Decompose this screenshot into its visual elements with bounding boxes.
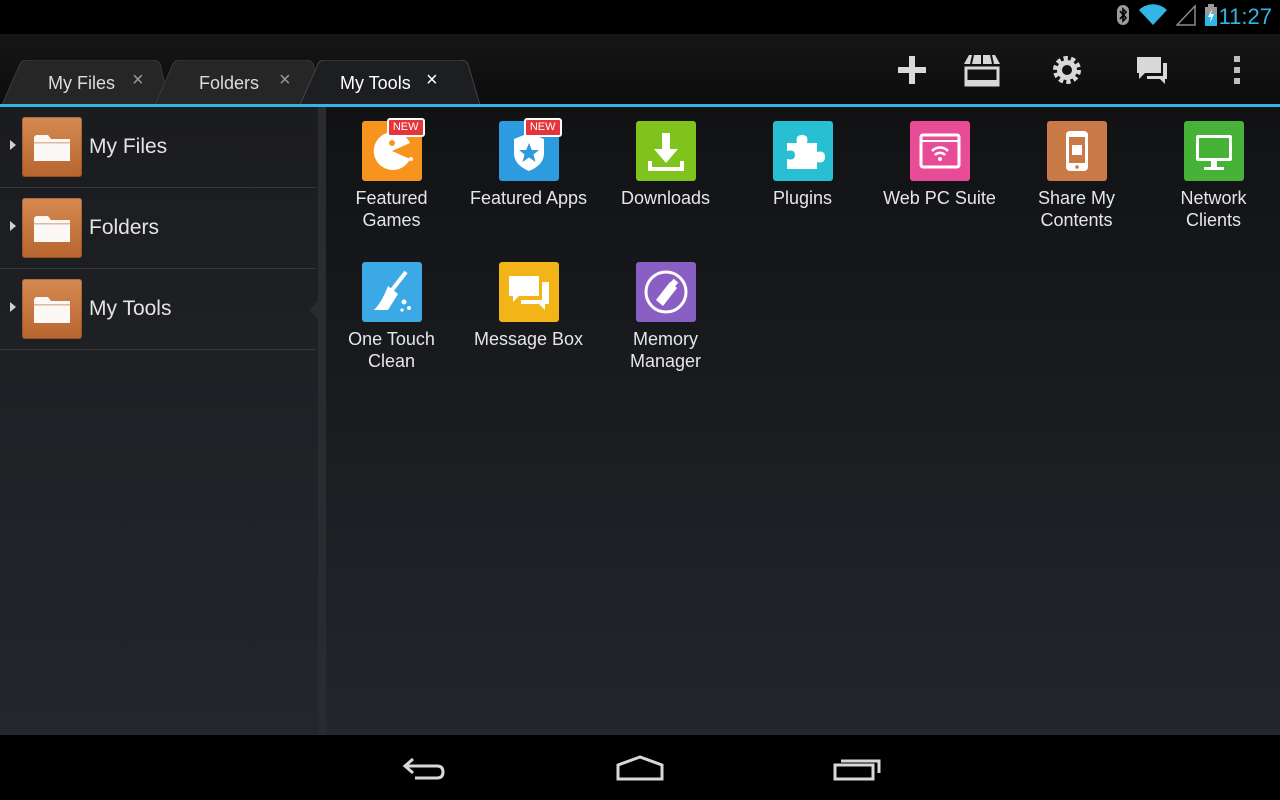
tab-my-files[interactable]: My Files × [2, 60, 170, 105]
download-icon [635, 121, 696, 181]
tool-label: Network Clients [1180, 188, 1247, 230]
wifi-icon [1138, 3, 1168, 31]
tool-network-clients[interactable]: Network Clients [1145, 121, 1280, 231]
shield-star-icon: NEW [498, 118, 562, 181]
sidebar: My Files Folders My Tools [0, 107, 318, 735]
tab-label: Folders [199, 73, 260, 93]
tool-label: Memory Manager [629, 329, 702, 371]
tab-close-icon[interactable]: × [132, 70, 144, 90]
tool-featured-apps[interactable]: NEW Featured Apps [460, 118, 597, 209]
monitor-icon [1183, 121, 1244, 181]
tool-downloads[interactable]: Downloads [597, 121, 734, 209]
tool-label: Web PC Suite [883, 188, 996, 208]
tab-close-icon[interactable]: × [426, 70, 438, 90]
sidebar-item-my-files[interactable]: My Files [0, 107, 316, 188]
overflow-menu-icon[interactable] [1217, 50, 1257, 90]
tool-label: Share My Contents [1037, 188, 1116, 230]
tool-label: Downloads [620, 188, 711, 208]
chat-icon[interactable] [1132, 50, 1172, 90]
tool-message-box[interactable]: Message Box [460, 262, 597, 350]
folder-icon [22, 117, 82, 177]
tool-label: Featured Apps [469, 188, 588, 208]
tools-grid: NEW Featured Games NEW Featured Apps Dow… [326, 107, 1280, 735]
tool-label: Featured Games [355, 188, 428, 230]
tool-share-my-contents[interactable]: Share My Contents [1008, 121, 1145, 231]
tool-label: One Touch Clean [348, 329, 435, 371]
cell-signal-icon [1175, 3, 1196, 31]
sidebar-item-label: Folders [89, 216, 160, 239]
tab-folders[interactable]: Folders × [155, 60, 323, 105]
back-icon[interactable] [394, 753, 454, 783]
tool-plugins[interactable]: Plugins [734, 121, 871, 209]
broom-icon [361, 262, 422, 322]
tab-label: My Files [48, 73, 115, 93]
phone-share-icon [1046, 121, 1107, 181]
new-badge: NEW [386, 118, 425, 137]
settings-icon[interactable] [1047, 50, 1087, 90]
tab-close-icon[interactable]: × [279, 70, 291, 90]
tool-featured-games[interactable]: NEW Featured Games [323, 118, 460, 231]
folder-icon [22, 279, 82, 339]
navigation-bar [0, 735, 1280, 800]
sidebar-item-label: My Tools [89, 297, 172, 320]
status-bar: 11:27 [0, 0, 1280, 34]
tool-memory-manager[interactable]: Memory Manager [597, 262, 734, 372]
bluetooth-icon [1116, 4, 1130, 31]
store-icon[interactable] [962, 50, 1002, 90]
selection-pointer [309, 301, 318, 319]
memory-icon [635, 262, 696, 322]
tool-label: Plugins [772, 188, 833, 208]
expand-caret-icon[interactable] [10, 221, 16, 231]
tool-web-pc-suite[interactable]: Web PC Suite [871, 121, 1008, 209]
battery-charging-icon [1204, 3, 1218, 31]
expand-caret-icon[interactable] [10, 302, 16, 312]
recent-apps-icon[interactable] [827, 753, 887, 783]
message-icon [498, 262, 559, 322]
sidebar-item-label: My Files [89, 135, 168, 158]
new-badge: NEW [523, 118, 562, 137]
tab-my-tools[interactable]: My Tools × [300, 60, 480, 105]
clock: 11:27 [1218, 4, 1272, 29]
wifi-browser-icon [909, 121, 970, 181]
pacman-icon: NEW [361, 118, 425, 181]
action-bar: My Files × Folders × My Tools × [0, 34, 1280, 105]
add-icon[interactable] [892, 50, 932, 90]
tool-one-touch-clean[interactable]: One Touch Clean [323, 262, 460, 372]
home-icon[interactable] [610, 753, 670, 783]
folder-icon [22, 198, 82, 258]
tab-label: My Tools [340, 73, 411, 93]
status-icons [1116, 3, 1218, 31]
expand-caret-icon[interactable] [10, 140, 16, 150]
sidebar-item-my-tools[interactable]: My Tools [0, 269, 318, 350]
puzzle-icon [772, 121, 833, 181]
tool-label: Message Box [473, 329, 584, 349]
sidebar-item-folders[interactable]: Folders [0, 188, 316, 269]
